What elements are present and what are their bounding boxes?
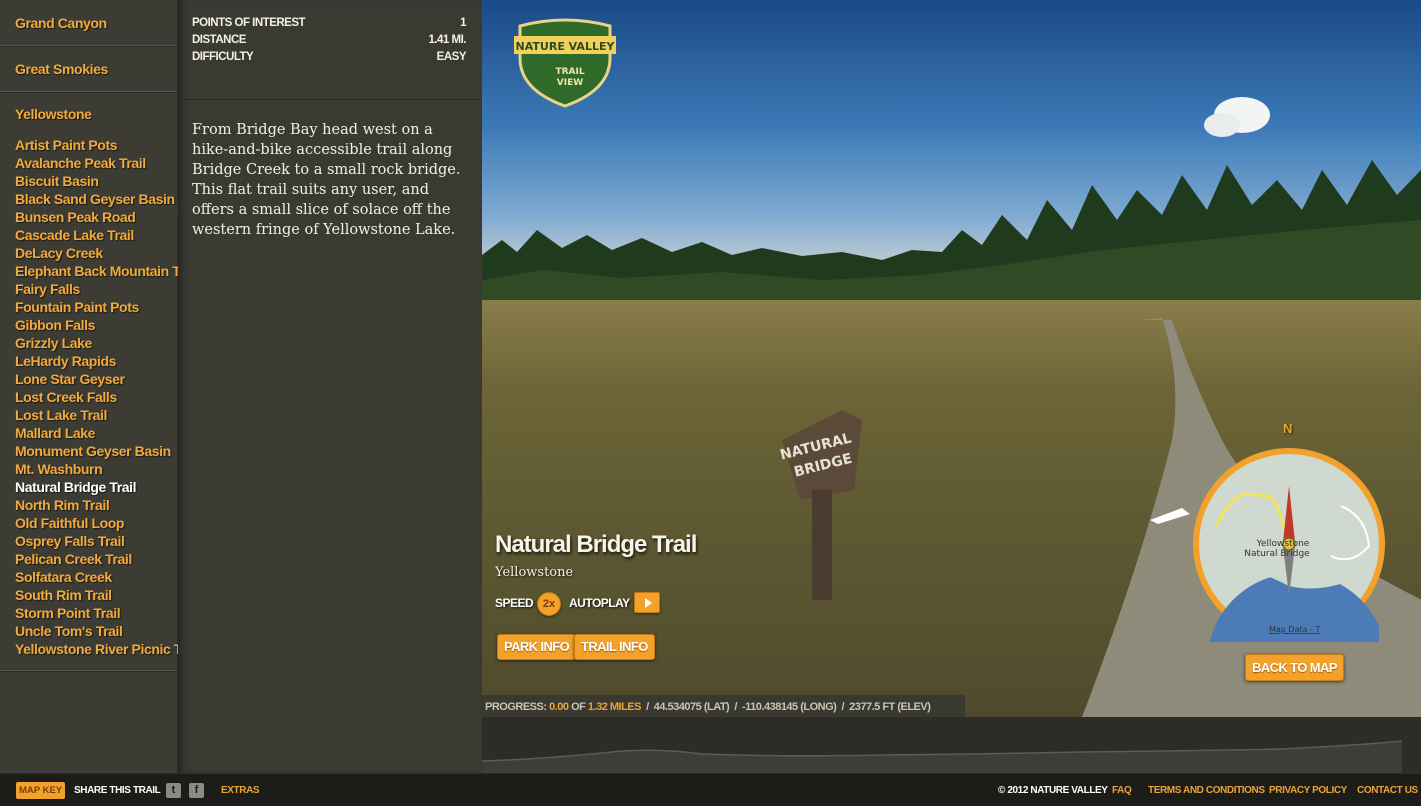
logo-trail-text: TRAIL: [555, 67, 584, 77]
park-label: Yellowstone: [15, 106, 92, 122]
site-footer: MAP KEY SHARE THIS TRAIL t f EXTRAS © 20…: [0, 773, 1421, 806]
trail-item[interactable]: Elephant Back Mountain Trail: [15, 262, 199, 280]
autoplay-label: AUTOPLAY: [569, 596, 630, 610]
trail-info-button[interactable]: TRAIL INFO: [574, 634, 655, 660]
elevation-profile[interactable]: [482, 717, 1421, 773]
trail-info-panel: POINTS OF INTEREST 1 DISTANCE 1.41 MI. DIF…: [178, 0, 482, 773]
trail-title: Natural Bridge Trail: [495, 531, 697, 558]
trail-item[interactable]: Artist Paint Pots: [15, 136, 177, 154]
trail-item[interactable]: Fountain Paint Pots: [15, 298, 177, 316]
stat-label: DISTANCE: [192, 34, 246, 46]
trail-street-view[interactable]: NATURAL BRIDGE NATURE VALLEY TRAIL VIEW …: [482, 0, 1421, 717]
stat-value: 1: [460, 17, 466, 29]
progress-current: 0.00: [549, 701, 569, 713]
speed-button[interactable]: 2x: [537, 592, 561, 616]
compass-minimap[interactable]: Yellowstone Natural Bridge Map Data - T: [1191, 446, 1387, 642]
progress-bar: PROGRESS: 0.00 OF 1.32 MILES / 44.534075…: [482, 695, 965, 717]
privacy-link[interactable]: PRIVACY POLICY: [1269, 785, 1347, 796]
copyright: © 2012 NATURE VALLEY: [998, 785, 1108, 796]
logo-brand-text: NATURE VALLEY: [516, 40, 616, 53]
stat-label: DIFFICULTY: [192, 51, 254, 63]
progress-total: 1.32 MILES: [587, 701, 642, 713]
map-label-park: Yellowstone: [1256, 539, 1310, 549]
logo-view-text: VIEW: [557, 78, 583, 88]
share-trail-label: SHARE THIS TRAIL: [74, 785, 161, 796]
extras-link[interactable]: EXTRAS: [221, 785, 260, 796]
stat-value: EASY: [436, 51, 467, 63]
trail-item[interactable]: LeHardy Rapids: [15, 352, 177, 370]
trail-item[interactable]: Old Faithful Loop: [15, 514, 177, 532]
autoplay-play-icon[interactable]: [634, 592, 660, 613]
stat-difficulty: DIFFICULTY EASY: [192, 49, 467, 66]
trail-item[interactable]: Bunsen Peak Road: [15, 208, 177, 226]
twitter-icon[interactable]: t: [166, 783, 181, 798]
trail-item[interactable]: Cascade Lake Trail: [15, 226, 177, 244]
park-sidebar: Grand Canyon Great Smokies Yellowstone A…: [0, 0, 201, 773]
trail-item[interactable]: Lost Creek Falls: [15, 388, 177, 406]
park-item-yellowstone[interactable]: Yellowstone Artist Paint Pots Avalanche P…: [0, 92, 201, 671]
progress-label: PROGRESS:: [485, 701, 547, 713]
park-item-great-smokies[interactable]: Great Smokies: [0, 46, 177, 92]
trail-item[interactable]: North Rim Trail: [15, 496, 177, 514]
progress-long: -110.438145 (LONG): [742, 701, 837, 713]
trail-item[interactable]: Lost Lake Trail: [15, 406, 177, 424]
park-label: Grand Canyon: [15, 14, 107, 31]
trail-item[interactable]: Solfatara Creek: [15, 568, 177, 586]
speed-label: SPEED: [495, 596, 534, 610]
terms-link[interactable]: TERMS AND CONDITIONS: [1148, 785, 1265, 796]
facebook-icon[interactable]: f: [189, 783, 204, 798]
map-label-trail: Natural Bridge: [1244, 549, 1310, 559]
compass-north-label: N: [1283, 421, 1293, 436]
map-data-link[interactable]: Map Data - T: [1269, 625, 1321, 634]
trail-stats: POINTS OF INTEREST 1 DISTANCE 1.41 MI. DIF…: [178, 0, 482, 100]
park-label: Great Smokies: [15, 60, 108, 77]
stat-value: 1.41 MI.: [428, 34, 466, 46]
trail-item[interactable]: Natural Bridge Trail: [15, 478, 177, 496]
trail-item[interactable]: Osprey Falls Trail: [15, 532, 177, 550]
map-key-button[interactable]: MAP KEY: [16, 782, 66, 799]
trail-item[interactable]: Black Sand Geyser Basin: [15, 190, 177, 208]
contact-link[interactable]: CONTACT US: [1357, 785, 1418, 796]
trail-item[interactable]: Mt. Washburn: [15, 460, 177, 478]
trail-item[interactable]: Storm Point Trail: [15, 604, 177, 622]
park-item-grand-canyon[interactable]: Grand Canyon: [0, 0, 177, 46]
stat-points-of-interest: POINTS OF INTEREST 1: [192, 15, 466, 32]
trail-item[interactable]: DeLacy Creek: [15, 244, 177, 262]
trail-list: Artist Paint Pots Avalanche Peak Trail Bis…: [15, 136, 201, 658]
trail-item[interactable]: Uncle Tom's Trail: [15, 622, 177, 640]
trail-item[interactable]: Fairy Falls: [15, 280, 177, 298]
progress-elev: 2377.5 FT (ELEV): [849, 701, 931, 713]
back-to-map-button[interactable]: BACK TO MAP: [1245, 654, 1344, 681]
stat-distance: DISTANCE 1.41 MI.: [192, 32, 466, 49]
trail-item[interactable]: Lone Star Geyser: [15, 370, 177, 388]
trail-item[interactable]: Biscuit Basin: [15, 172, 177, 190]
trail-item[interactable]: Grizzly Lake: [15, 334, 177, 352]
trail-item[interactable]: Gibbon Falls: [15, 316, 177, 334]
trail-description: From Bridge Bay head west on a hike-and-…: [192, 122, 461, 238]
trail-item[interactable]: Mallard Lake: [15, 424, 177, 442]
trail-park-name: Yellowstone: [495, 565, 574, 580]
trail-item[interactable]: Monument Geyser Basin: [15, 442, 177, 460]
park-info-button[interactable]: PARK INFO: [497, 634, 577, 660]
trail-item[interactable]: Avalanche Peak Trail: [15, 154, 177, 172]
trail-item[interactable]: Pelican Creek Trail: [15, 550, 177, 568]
trail-item[interactable]: Yellowstone River Picnic Trail: [15, 640, 201, 658]
trail-item[interactable]: South Rim Trail: [15, 586, 177, 604]
stat-label: POINTS OF INTEREST: [192, 17, 306, 29]
nature-valley-logo: NATURE VALLEY TRAIL VIEW: [514, 18, 616, 108]
progress-of: OF: [571, 701, 586, 713]
progress-lat: 44.534075 (LAT): [653, 701, 730, 713]
faq-link[interactable]: FAQ: [1112, 785, 1132, 796]
